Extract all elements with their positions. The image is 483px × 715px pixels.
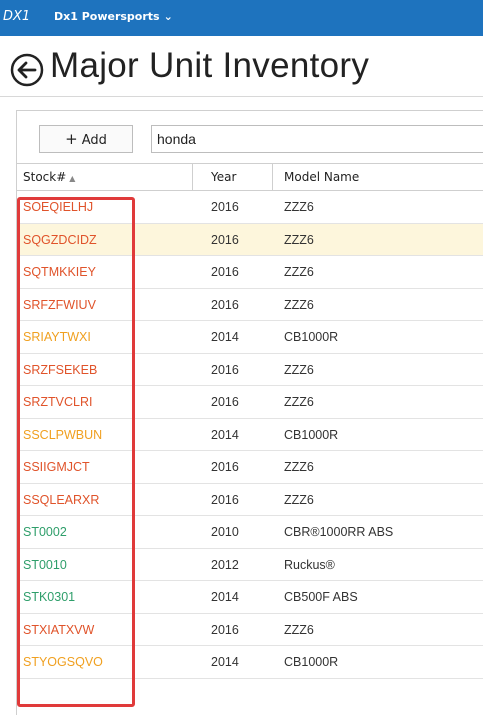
stock-number-link[interactable]: SRZFSEKEB (23, 354, 97, 386)
model-name-cell: ZZZ6 (284, 265, 314, 279)
model-name-cell: ZZZ6 (284, 362, 314, 377)
table-row[interactable]: STYOGSQVO 2014 CB1000R (17, 646, 483, 679)
column-header-stock[interactable]: Stock# ▲ (17, 164, 193, 191)
column-header-stock-label: Stock# (23, 170, 67, 184)
model-name-cell: ZZZ6 (284, 232, 314, 247)
table-row[interactable]: SSCLPWBUN 2014 CB1000R (17, 419, 483, 451)
add-button-label: Add (81, 133, 107, 148)
table-row[interactable]: SRZFSEKEB 2016 ZZZ6 (17, 354, 483, 386)
stock-number-link[interactable]: SRIAYTWXI (23, 321, 91, 353)
year-cell: 2016 (211, 362, 239, 377)
model-name-cell: CB1000R (284, 330, 339, 344)
stock-number-link[interactable]: STK0301 (23, 581, 75, 613)
grid-toolbar: + Add (17, 111, 483, 163)
table-row[interactable]: SSQLEARXR 2016 ZZZ6 (17, 484, 483, 516)
column-header-year-label: Year (211, 170, 237, 184)
year-cell: 2016 (211, 460, 239, 474)
model-name-cell: ZZZ6 (284, 200, 314, 214)
app-switcher[interactable]: Dx1 Powersports ⌄ (54, 10, 173, 23)
stock-number-link[interactable]: ST0010 (23, 549, 67, 581)
model-name-cell: CB500F ABS (284, 590, 358, 604)
model-name-cell: ZZZ6 (284, 395, 314, 409)
header-divider (0, 96, 483, 97)
stock-number-link[interactable]: STYOGSQVO (23, 646, 103, 678)
plus-icon: + (65, 130, 78, 148)
year-cell: 2014 (211, 330, 239, 344)
app-logo[interactable]: DX1 (3, 9, 30, 24)
table-row[interactable]: SOEQIELHJ 2016 ZZZ6 (17, 191, 483, 224)
stock-number-link[interactable]: SSCLPWBUN (23, 419, 102, 451)
sort-ascending-icon: ▲ (69, 174, 76, 183)
model-name-cell: ZZZ6 (284, 297, 314, 312)
column-header-model[interactable]: Model Name (273, 164, 483, 191)
grid-rows: SOEQIELHJ 2016 ZZZ6 SQGZDCIDZ 2016 ZZZ6 SQTMKK… (17, 191, 483, 679)
model-name-cell: ZZZ6 (284, 460, 314, 474)
year-cell: 2014 (211, 590, 239, 604)
back-arrow-icon[interactable] (10, 53, 44, 87)
table-row[interactable]: SSIIGMJCT 2016 ZZZ6 (17, 451, 483, 484)
add-button[interactable]: + Add (39, 125, 133, 153)
table-row[interactable]: SRZTVCLRI 2016 ZZZ6 (17, 386, 483, 419)
table-row[interactable]: STXIATXVW 2016 ZZZ6 (17, 614, 483, 646)
inventory-grid: +Add Stock#▲ Year Model Name SOEQIELHJ 20… (16, 110, 483, 715)
search-input[interactable] (151, 125, 483, 153)
stock-number-link[interactable]: SSIIGMJCT (23, 451, 90, 483)
year-cell: 2016 (211, 395, 239, 409)
table-row[interactable]: SQGZDCIDZ 2016 ZZZ6 (17, 223, 483, 256)
year-cell: 2014 (211, 427, 239, 442)
table-row[interactable]: SRFZFWIUV 2016 ZZZ6 (17, 289, 483, 321)
chevron-down-icon: ⌄ (163, 10, 173, 23)
stock-number-link[interactable]: SQTMKKIEY (23, 256, 96, 288)
table-row[interactable]: STK0301 2014 CB500F ABS (17, 581, 483, 614)
model-name-cell: CBR®1000RR ABS (284, 525, 394, 539)
stock-number-link[interactable]: SSQLEARXR (23, 484, 99, 516)
model-name-cell: ZZZ6 (284, 622, 314, 637)
table-row[interactable]: SRIAYTWXI 2014 CB1000R (17, 321, 483, 354)
year-cell: 2016 (211, 492, 239, 507)
year-cell: 2016 (211, 232, 239, 247)
year-cell: 2016 (211, 297, 239, 312)
table-row[interactable]: ST0010 2012 Ruckus® (17, 549, 483, 581)
stock-number-link[interactable]: SRFZFWIUV (23, 289, 96, 321)
column-header-model-label: Model Name (284, 170, 360, 184)
stock-number-link[interactable]: SOEQIELHJ (23, 191, 93, 223)
year-cell: 2016 (211, 265, 239, 279)
model-name-cell: CB1000R (284, 427, 339, 442)
app-name: Dx1 Powersports (54, 10, 160, 23)
year-cell: 2016 (211, 200, 239, 214)
stock-number-link[interactable]: SRZTVCLRI (23, 386, 92, 418)
year-cell: 2014 (211, 655, 239, 669)
column-header-row: Stock# ▲ Year Model Name (17, 163, 483, 191)
table-row[interactable]: ST0002 2010 CBR®1000RR ABS (17, 516, 483, 549)
model-name-cell: CB1000R (284, 655, 339, 669)
page-header: Major Unit Inventory (0, 36, 483, 96)
model-name-cell: Ruckus® (284, 557, 335, 572)
stock-number-link[interactable]: STXIATXVW (23, 614, 94, 646)
year-cell: 2016 (211, 622, 239, 637)
table-row[interactable]: SQTMKKIEY 2016 ZZZ6 (17, 256, 483, 289)
stock-number-link[interactable]: ST0002 (23, 516, 67, 548)
top-bar: DX1 Dx1 Powersports ⌄ (0, 0, 483, 36)
year-cell: 2010 (211, 525, 239, 539)
model-name-cell: ZZZ6 (284, 492, 314, 507)
year-cell: 2012 (211, 557, 239, 572)
page-title: Major Unit Inventory (50, 46, 370, 85)
stock-number-link[interactable]: SQGZDCIDZ (23, 224, 97, 256)
column-header-year[interactable]: Year (200, 164, 273, 191)
